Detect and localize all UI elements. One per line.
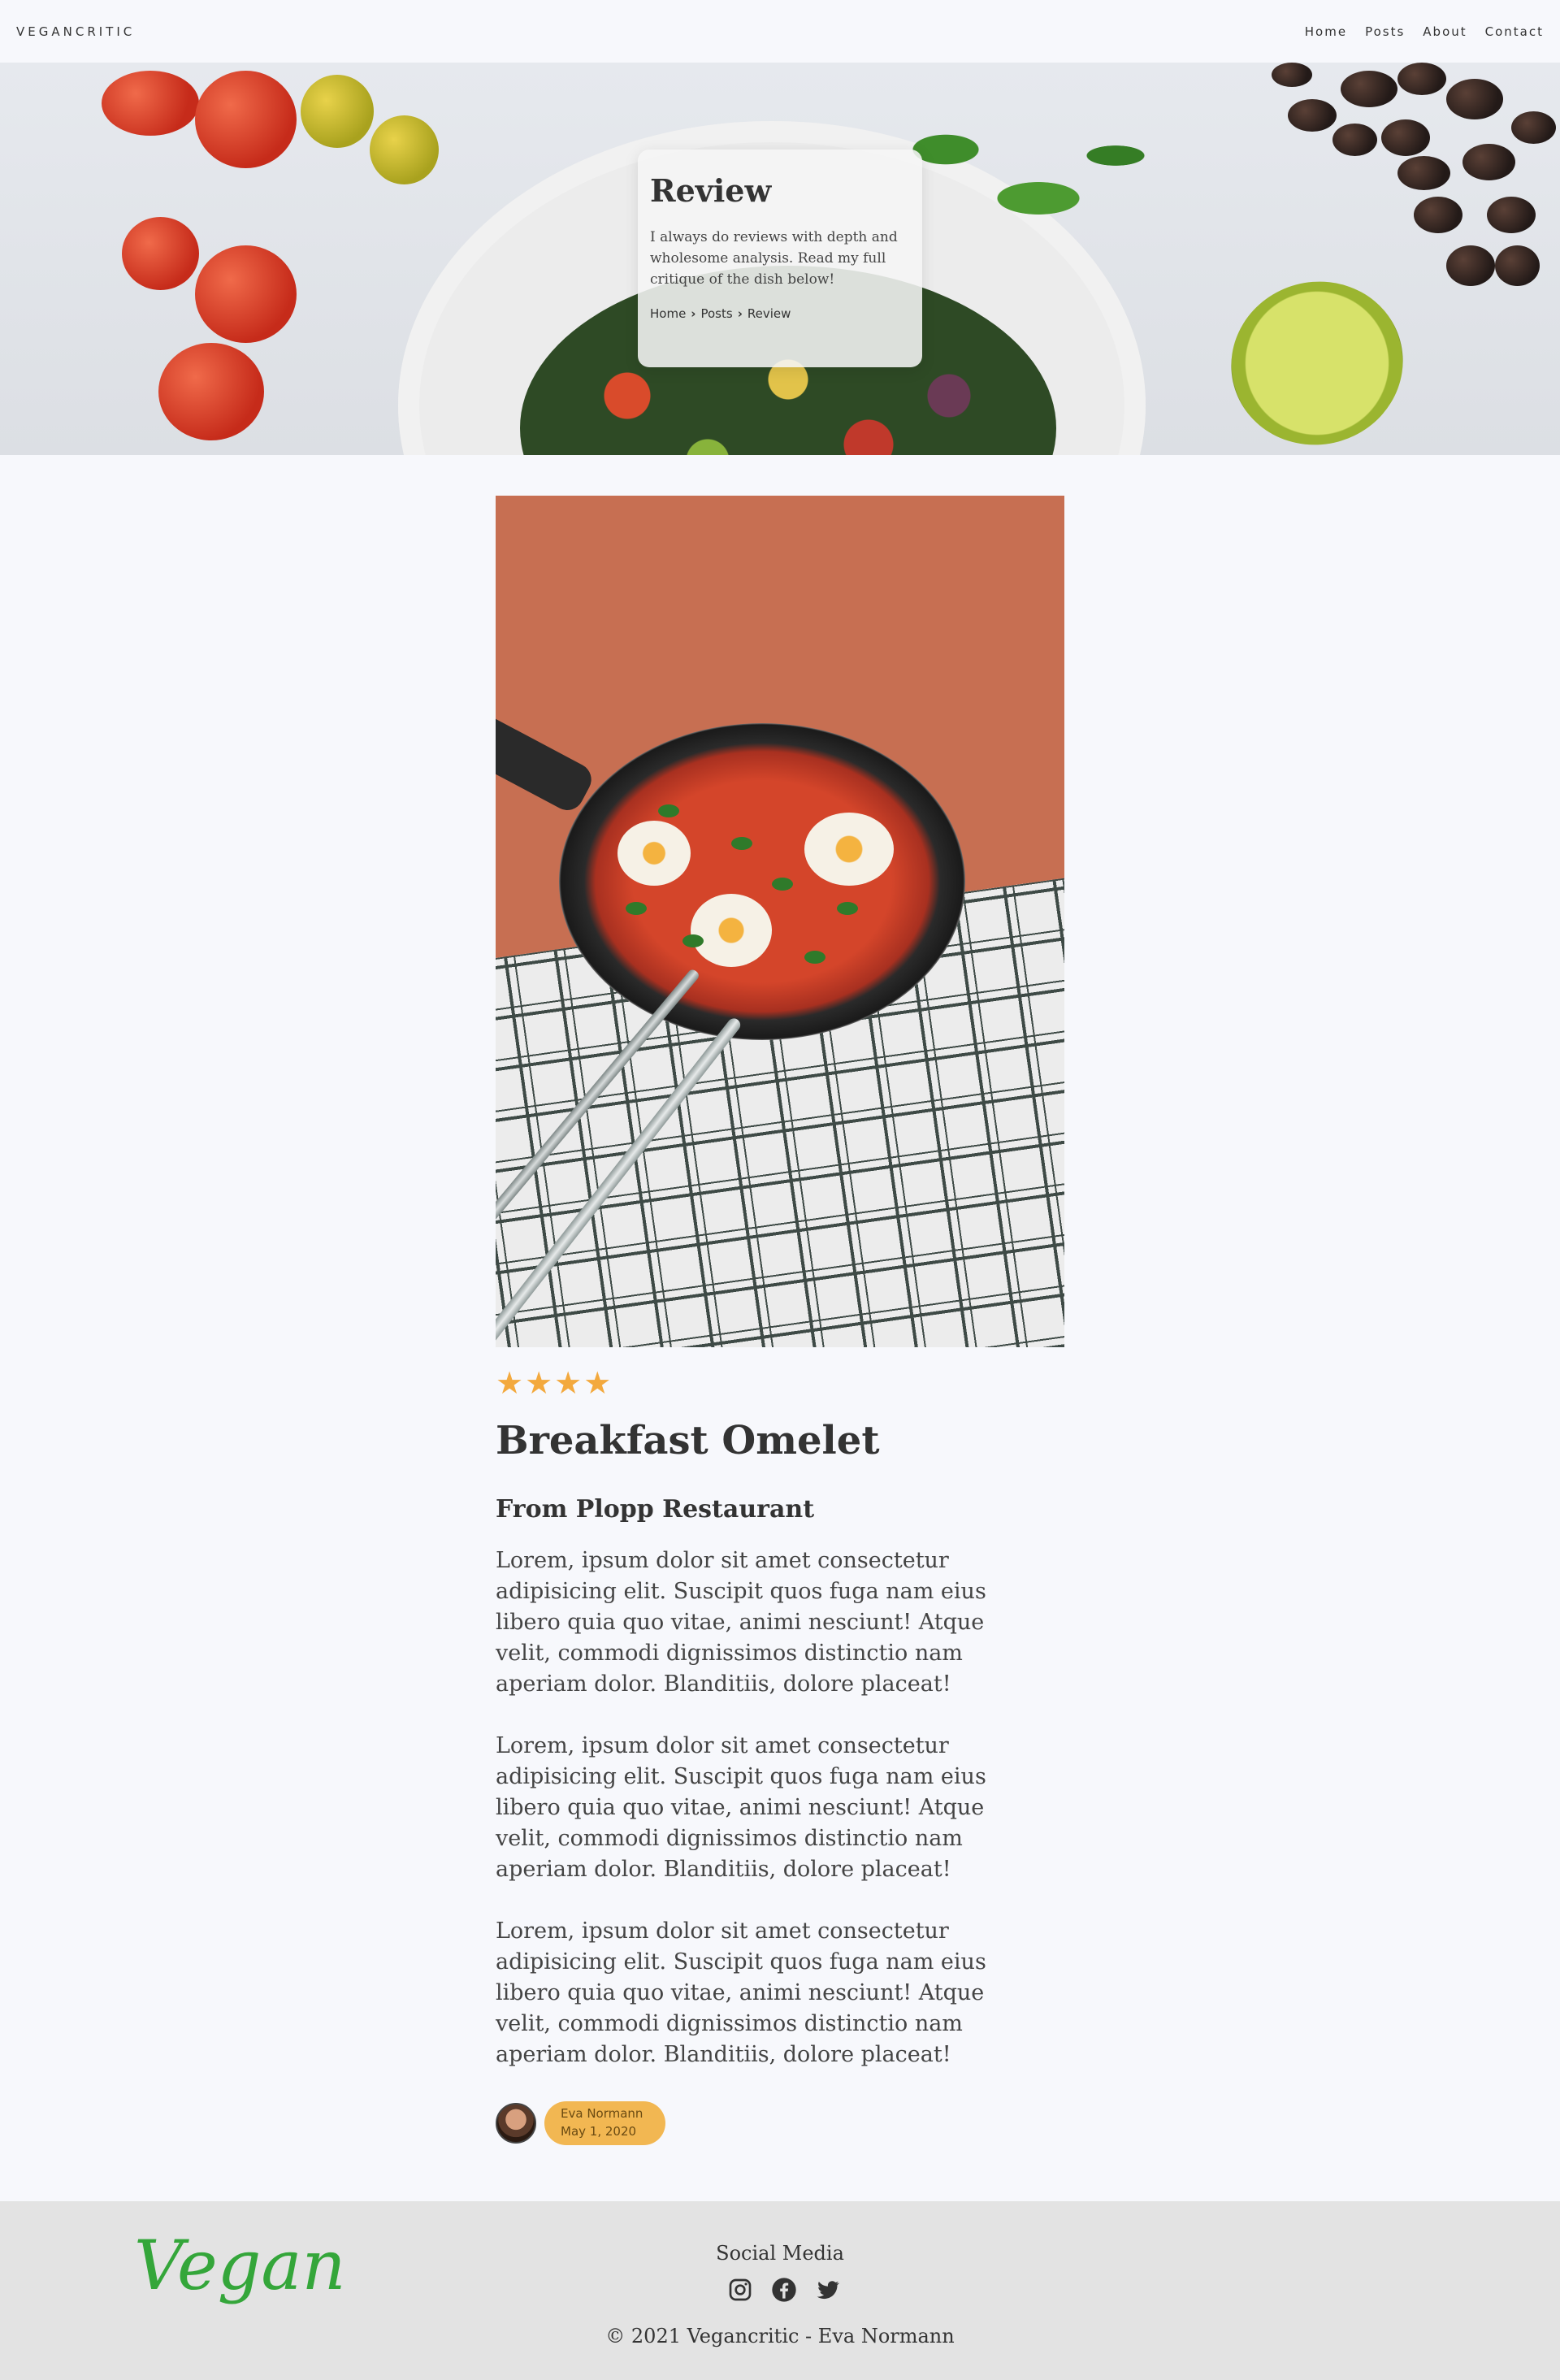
egg-image <box>618 821 691 886</box>
bean-image <box>1511 111 1556 144</box>
bean-image <box>1332 124 1377 156</box>
yellow-tomato-image <box>301 75 374 148</box>
tomato-image <box>122 217 199 290</box>
author-info: Eva Normann May 1, 2020 <box>496 2101 666 2145</box>
review-body: Lorem, ipsum dolor sit amet consectetur … <box>496 1545 999 2101</box>
dish-image <box>496 496 1064 1347</box>
pan-image <box>559 723 965 1040</box>
herb-image <box>772 878 793 891</box>
herb-image <box>626 902 647 915</box>
bean-image <box>1414 197 1462 233</box>
bean-image <box>1381 119 1430 156</box>
bean-image <box>1398 63 1446 95</box>
nav-link-home[interactable]: Home <box>1305 24 1347 39</box>
lime-image <box>1212 262 1422 455</box>
brand-logo[interactable]: VEGANCRITIC <box>16 24 135 39</box>
tomato-image <box>195 71 297 168</box>
star-rating: ★ ★ ★ ★ <box>496 1368 611 1398</box>
bean-image <box>1462 144 1515 180</box>
star-icon: ★ <box>525 1365 553 1401</box>
yellow-tomato-image <box>370 115 439 184</box>
bean-image <box>1398 156 1450 190</box>
post-date: May 1, 2020 <box>561 2124 637 2139</box>
tomato-image <box>158 343 264 440</box>
star-icon: ★ <box>554 1365 583 1401</box>
tomato-image <box>102 71 199 136</box>
herb-image <box>837 902 858 915</box>
hero-card: Review I always do reviews with depth an… <box>638 150 922 367</box>
copyright-text: © 2021 Vegancritic - Eva Normann <box>605 2325 955 2347</box>
bean-image <box>1288 99 1337 132</box>
breadcrumb: Home › Posts › Review <box>650 306 910 321</box>
hero-banner: Review I always do reviews with depth an… <box>0 63 1560 455</box>
herb-image <box>804 951 826 964</box>
top-nav: VEGANCRITIC Home Posts About Contact <box>0 0 1560 63</box>
breadcrumb-posts[interactable]: Posts <box>700 306 732 321</box>
facebook-icon[interactable] <box>771 2277 797 2303</box>
hero-description: I always do reviews with depth and whole… <box>650 229 898 288</box>
egg-image <box>804 813 894 886</box>
nav-link-contact[interactable]: Contact <box>1485 24 1544 39</box>
bean-image <box>1341 71 1398 107</box>
herb-image <box>658 804 679 817</box>
social-icons <box>727 2277 841 2303</box>
review-subtitle: From Plopp Restaurant <box>496 1495 815 1524</box>
breadcrumb-review[interactable]: Review <box>748 306 791 321</box>
bean-image <box>1446 245 1495 286</box>
breadcrumb-home[interactable]: Home <box>650 306 686 321</box>
nav-link-about[interactable]: About <box>1423 24 1467 39</box>
herb-image <box>731 837 752 850</box>
review-paragraph: Lorem, ipsum dolor sit amet consectetur … <box>496 1918 986 2067</box>
footer: Vegan Social Media © 2021 Vegancritic - … <box>0 2201 1560 2380</box>
chevron-right-icon: › <box>737 306 743 321</box>
avatar <box>496 2103 536 2144</box>
pan-handle-image <box>496 711 597 817</box>
egg-image <box>691 894 772 967</box>
twitter-icon[interactable] <box>815 2277 841 2303</box>
chevron-right-icon: › <box>691 306 696 321</box>
star-icon: ★ <box>496 1365 524 1401</box>
review-paragraph: Lorem, ipsum dolor sit amet consectetur … <box>496 1548 986 1697</box>
review-title: Breakfast Omelet <box>496 1418 880 1463</box>
author-badge: Eva Normann May 1, 2020 <box>544 2101 666 2145</box>
social-media-heading: Social Media <box>716 2242 844 2265</box>
tomato-image <box>195 245 297 343</box>
nav-link-posts[interactable]: Posts <box>1365 24 1405 39</box>
vegan-logo[interactable]: Vegan <box>134 2226 346 2305</box>
star-icon: ★ <box>583 1365 612 1401</box>
instagram-icon[interactable] <box>727 2277 753 2303</box>
herb-image <box>682 934 704 947</box>
bean-image <box>1446 79 1503 119</box>
hero-title: Review <box>650 172 772 209</box>
bean-image <box>1495 245 1540 286</box>
bean-image <box>1487 197 1536 233</box>
author-name: Eva Normann <box>561 2106 644 2121</box>
nav-links: Home Posts About Contact <box>1305 24 1544 39</box>
review-paragraph: Lorem, ipsum dolor sit amet consectetur … <box>496 1733 986 1882</box>
bean-image <box>1272 63 1312 87</box>
